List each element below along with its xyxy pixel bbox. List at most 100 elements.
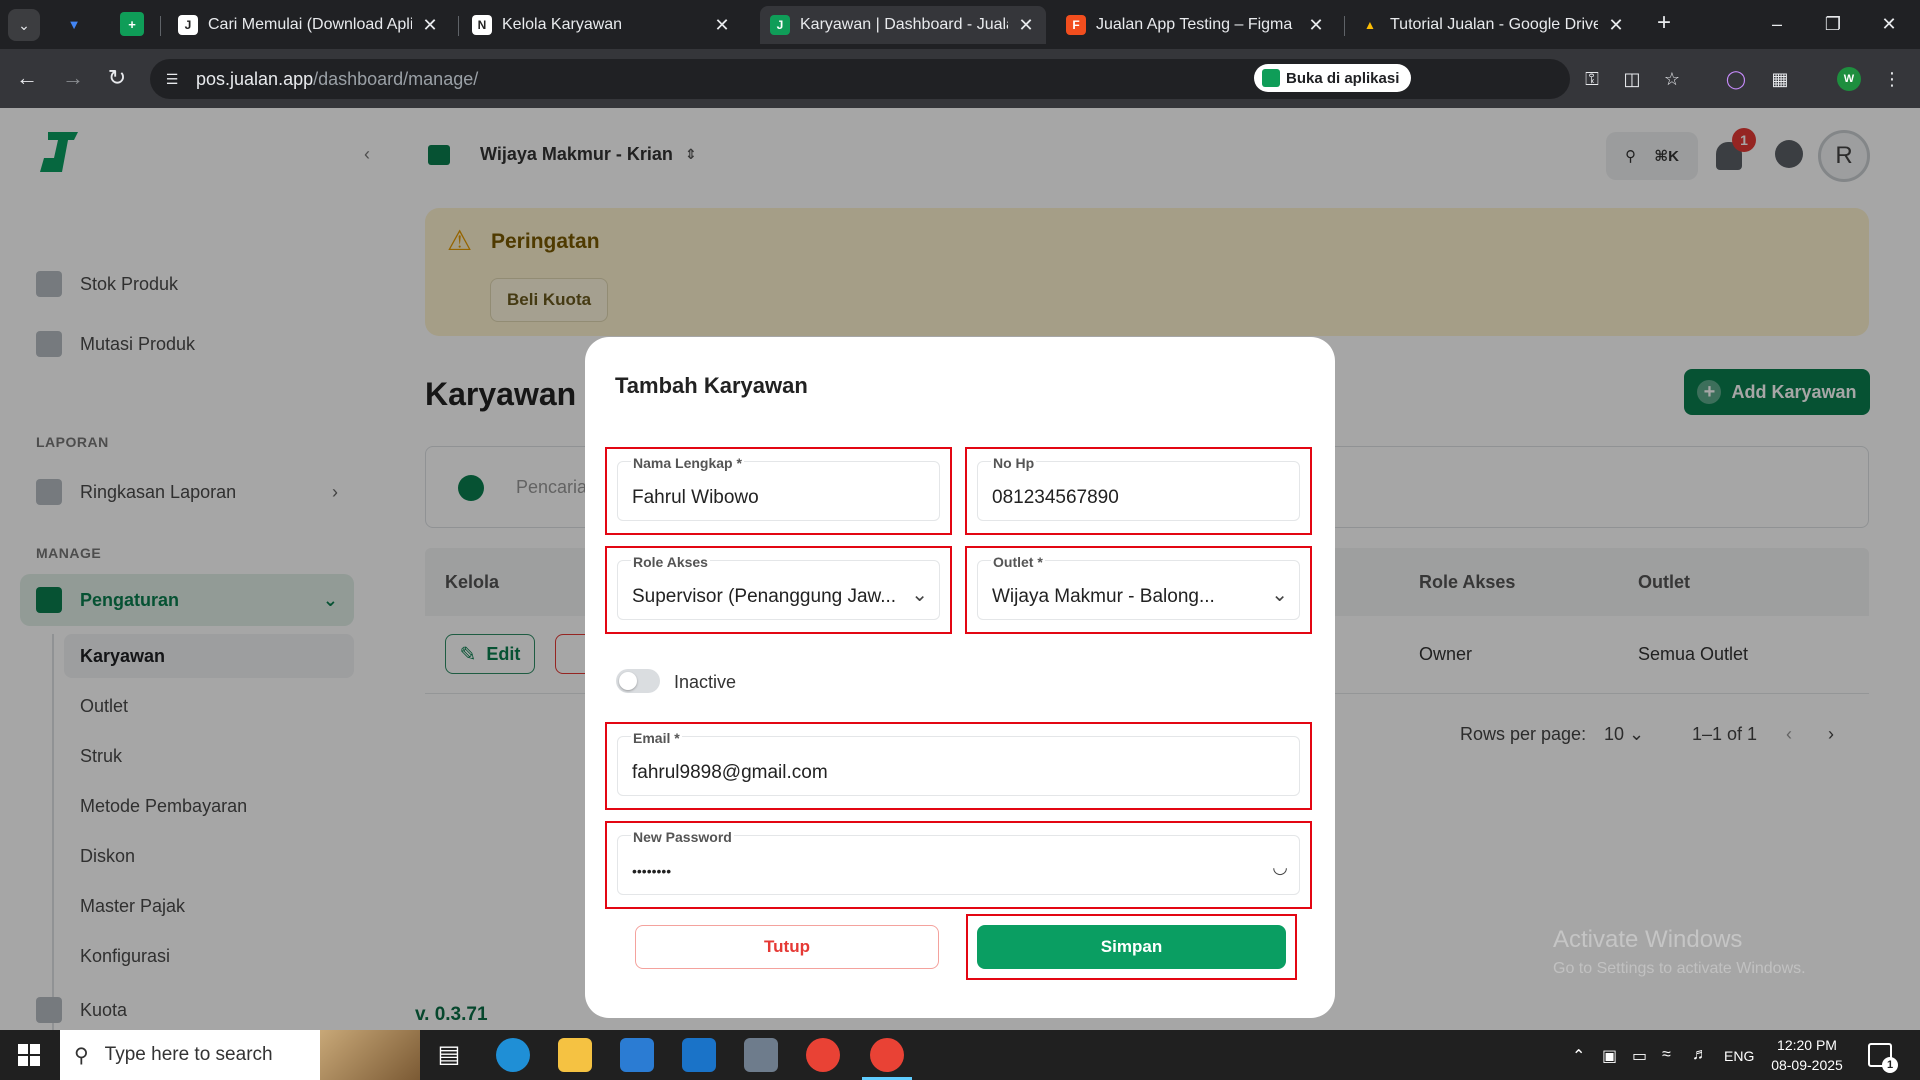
chevron-down-icon[interactable]: ⌄ [911,582,928,607]
microsoft-store-icon[interactable] [620,1038,654,1072]
tab-figma[interactable]: F Jualan App Testing – Figma ✕ [1056,6,1336,44]
meet-icon[interactable]: ▣ [1602,1046,1617,1066]
full-name-value[interactable]: Fahrul Wibowo [632,487,759,509]
extension-color-icon[interactable]: ◯ [1722,65,1750,93]
wifi-icon[interactable]: ≈ [1662,1046,1671,1064]
tab-title: Jualan App Testing – Figma [1096,16,1293,33]
search-icon: ⚲ [74,1044,89,1067]
tab-favicon-icon: N [472,15,492,35]
chevron-down-icon[interactable]: ⌄ [1271,582,1288,607]
close-tab-icon[interactable]: ✕ [420,15,440,36]
phone-field[interactable]: No Hp 081234567890 [965,447,1312,535]
reload-icon[interactable]: ↻ [102,64,132,94]
windows-start-icon[interactable] [18,1044,40,1066]
restore-icon[interactable]: ❐ [1810,8,1856,40]
site-info-icon[interactable]: ☰ [162,69,182,89]
minimize-icon[interactable]: – [1754,8,1800,40]
search-highlight-image [320,1030,420,1080]
clock-date: 08-09-2025 [1771,1057,1843,1073]
tab-favicon-icon: F [1066,15,1086,35]
windows-watermark-title: Activate Windows [1553,926,1743,953]
status-toggle[interactable] [616,669,660,693]
jualan-app-icon [1262,69,1280,87]
phone-label: No Hp [991,455,1037,471]
extensions-puzzle-icon[interactable]: ▦ [1766,65,1794,93]
full-name-label: Nama Lengkap * [631,455,744,471]
tab-search-menu-icon[interactable]: ⌄ [8,9,40,41]
app-viewport: ‹ Stok Produk Mutasi Produk LAPORAN Ring… [0,108,1920,1052]
tab-cari-memulai[interactable]: J Cari Memulai (Download Aplikasi) ✕ [168,6,450,44]
close-button[interactable]: Tutup [635,925,939,969]
chrome-icon[interactable] [806,1038,840,1072]
taskbar-search-placeholder: Type here to search [104,1044,273,1065]
taskbar-clock[interactable]: 12:20 PM 08-09-2025 [1762,1035,1852,1075]
tab-favicon-icon: J [178,15,198,35]
tab-title: Kelola Karyawan [502,16,623,33]
full-name-field[interactable]: Nama Lengkap * Fahrul Wibowo [605,447,952,535]
browser-profile-avatar[interactable]: W [1837,67,1861,91]
role-label: Role Akses [631,554,710,570]
modal-title: Tambah Karyawan [615,373,808,398]
role-select-field[interactable]: Role Akses Supervisor (Penanggung Jaw...… [605,546,952,634]
taskbar-search-box[interactable]: ⚲ Type here to search [60,1030,420,1080]
bookmark-star-icon[interactable]: ☆ [1658,65,1686,93]
tab-favicon-icon: ▲ [1364,18,1376,32]
close-tab-icon[interactable]: ✕ [712,15,732,36]
password-value[interactable]: •••••••• [632,863,671,879]
open-in-app-button[interactable]: Buka di aplikasi [1254,64,1412,92]
role-value[interactable]: Supervisor (Penanggung Jaw... [632,586,900,608]
tab-title: Karyawan | Dashboard - Jualan [800,16,1008,33]
url-host: pos.jualan.app [196,69,314,89]
add-employee-modal: Tambah Karyawan Nama Lengkap * Fahrul Wi… [585,337,1335,1018]
status-label: Inactive [674,672,737,692]
outlet-select-field[interactable]: Outlet * Wijaya Makmur - Balong... ⌄ [965,546,1312,634]
windows-taskbar: ⚲ Type here to search ▤ ⌃ ▣ ▭ ≈ ♬ ENG 12… [0,1030,1920,1080]
pinned-tab-sheets-icon[interactable]: + [120,12,144,36]
close-tab-icon[interactable]: ✕ [1306,15,1326,36]
edge-icon[interactable] [496,1038,530,1072]
eye-closed-icon[interactable]: ◡ [1272,857,1288,878]
close-tab-icon[interactable]: ✕ [1606,15,1626,36]
close-tab-icon[interactable]: ✕ [1016,15,1036,36]
browser-menu-icon[interactable]: ⋮ [1878,65,1906,93]
language-indicator[interactable]: ENG [1724,1048,1754,1064]
close-window-icon[interactable]: ✕ [1866,8,1912,40]
tab-title: Tutorial Jualan - Google Drive [1390,16,1598,33]
show-hidden-icons-icon[interactable]: ⌃ [1572,1046,1585,1066]
tab-title: Cari Memulai (Download Aplikasi) [208,16,412,33]
camera-icon[interactable] [744,1038,778,1072]
tab-google-drive[interactable]: ▲ Tutorial Jualan - Google Drive ✕ [1350,6,1636,44]
outlet-label: Outlet * [991,554,1045,570]
password-label: New Password [631,829,734,845]
outlet-value[interactable]: Wijaya Makmur - Balong... [992,586,1250,608]
translate-icon[interactable]: ◫ [1618,65,1646,93]
forward-icon[interactable]: → [58,64,88,94]
email-value[interactable]: fahrul9898@gmail.com [632,762,828,784]
clock-time: 12:20 PM [1777,1037,1837,1053]
volume-icon[interactable]: ♬ [1692,1046,1708,1064]
file-explorer-icon[interactable] [558,1038,592,1072]
browser-tab-strip: ⌄ ▼ + J Cari Memulai (Download Aplikasi)… [0,0,1920,49]
tab-kelola-karyawan[interactable]: N Kelola Karyawan ✕ [462,6,742,44]
open-in-app-label: Buka di aplikasi [1286,69,1400,87]
url-text[interactable]: pos.jualan.app/dashboard/manage/ [196,69,478,90]
task-view-icon[interactable]: ▤ [432,1038,466,1072]
battery-icon[interactable]: ▭ [1632,1046,1647,1066]
back-icon[interactable]: ← [12,64,42,94]
email-field[interactable]: Email * fahrul9898@gmail.com [605,722,1312,810]
save-button-highlight: Simpan [966,914,1297,980]
save-button[interactable]: Simpan [977,925,1286,969]
phone-value[interactable]: 081234567890 [992,487,1119,509]
email-label: Email * [631,730,682,746]
password-field[interactable]: New Password •••••••• ◡ [605,821,1312,909]
url-path: /dashboard/manage/ [313,69,479,89]
tab-favicon-icon: J [770,15,790,35]
mail-icon[interactable] [682,1038,716,1072]
chrome-profile-icon[interactable] [862,1038,912,1080]
action-center-badge: 1 [1882,1057,1898,1073]
password-key-icon[interactable]: ⚿ [1578,65,1606,93]
action-center-icon[interactable]: 1 [1868,1043,1898,1073]
tab-karyawan-dashboard[interactable]: J Karyawan | Dashboard - Jualan ✕ [760,6,1046,44]
new-tab-icon[interactable]: + [1652,11,1676,36]
pinned-tab-icon[interactable]: ▼ [62,12,86,36]
